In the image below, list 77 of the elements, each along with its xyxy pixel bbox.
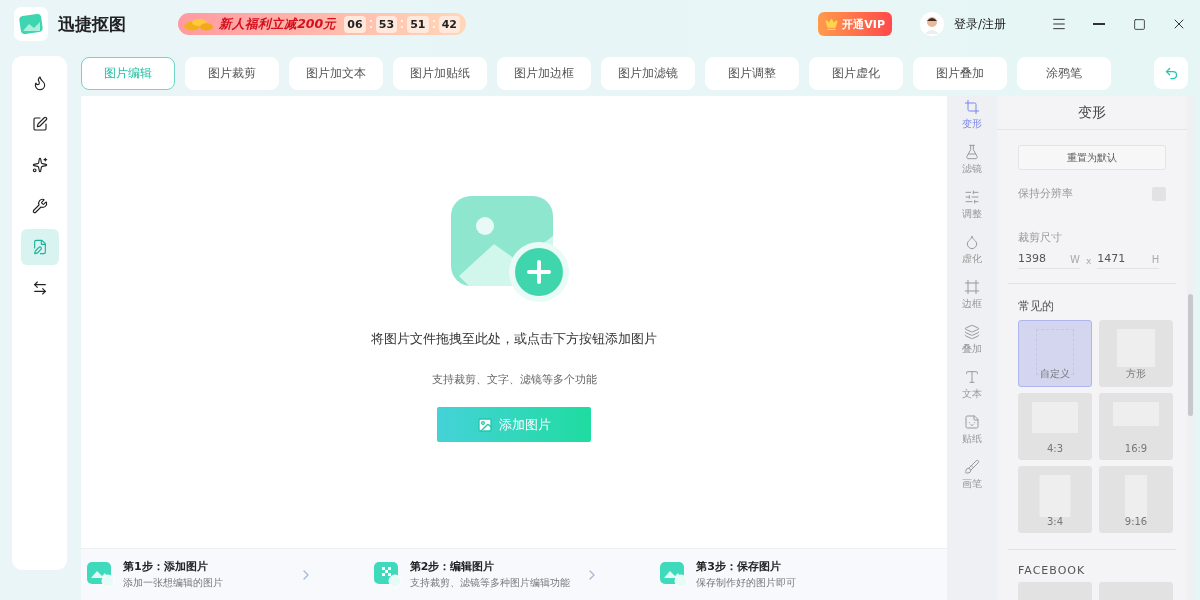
step-description: 添加一张想编辑的图片 <box>123 577 223 590</box>
tool-button[interactable]: 文本 <box>950 369 994 414</box>
step-description: 保存制作好的图片即可 <box>696 577 797 590</box>
sticker-icon <box>964 414 980 430</box>
tool-button[interactable]: 叠加 <box>950 324 994 369</box>
step-description: 支持裁剪、滤镜等多种图片编辑功能 <box>409 577 570 590</box>
promo-banner[interactable]: 新人福利立减200元 06 53 51 42 <box>178 13 466 35</box>
section-title: 常见的 <box>1018 298 1055 315</box>
tool-button[interactable]: 变形 <box>950 99 994 144</box>
login-link[interactable]: 登录/注册 <box>953 15 1006 33</box>
tab[interactable]: 图片加贴纸 <box>393 56 487 90</box>
instruction-text: 将图片文件拖拽至此处，或点击下方按钮添加图片 <box>371 330 657 348</box>
countdown-digits: 53 <box>375 15 398 33</box>
add-image-button[interactable]: 添加图片 <box>437 407 591 442</box>
crown-icon <box>825 17 839 31</box>
tool-button[interactable]: 虚化 <box>950 234 994 279</box>
image-icon <box>660 561 689 588</box>
app-logo <box>14 7 48 41</box>
tab[interactable]: 图片裁剪 <box>185 56 279 90</box>
undo-icon <box>1163 65 1179 81</box>
crop-icon <box>964 99 980 115</box>
tab[interactable]: 图片调整 <box>705 56 799 90</box>
maximize-icon <box>1132 17 1146 31</box>
tool-button[interactable]: 调整 <box>950 189 994 234</box>
frame-icon <box>964 279 980 295</box>
crop-size-label: 裁剪尺寸 <box>1018 231 1062 245</box>
promo-text: 新人福利立减200元 <box>219 15 337 33</box>
tool-button[interactable]: 画笔 <box>950 459 994 504</box>
drop-icon <box>964 234 980 250</box>
countdown-digits: 51 <box>407 15 429 33</box>
times-sign: x <box>1086 256 1092 268</box>
layer-icon <box>964 324 980 340</box>
step-title: 第1步：添加图片 <box>123 559 209 574</box>
adjust-icon <box>964 189 980 205</box>
hint-text: 支持裁剪、文字、滤镜等多个功能 <box>431 372 597 387</box>
text-icon <box>964 369 980 385</box>
preset-tile[interactable]: 自定义 <box>1018 320 1092 387</box>
tab[interactable]: 图片加滤镜 <box>601 56 695 90</box>
tool-button[interactable]: 边框 <box>950 279 994 324</box>
section-title: FACEBOOK <box>1018 564 1087 577</box>
step-title: 第2步：编辑图片 <box>409 559 496 574</box>
reset-button[interactable]: 重置为默认 <box>1018 145 1166 170</box>
pen-icon <box>31 239 48 255</box>
swap-icon <box>31 280 48 296</box>
mosaic-icon <box>373 561 402 588</box>
image-icon <box>477 416 493 433</box>
preset-tile[interactable]: 3:4 <box>1018 466 1092 533</box>
wrench-icon <box>31 198 48 214</box>
tab[interactable]: 图片编辑 <box>81 56 175 90</box>
tab[interactable]: 图片加文本 <box>289 56 383 90</box>
countdown-digits: 42 <box>438 15 460 33</box>
menu-icon <box>1051 16 1067 32</box>
minimize-icon <box>1093 23 1105 25</box>
preset-tile[interactable]: 9:16 <box>1099 466 1173 533</box>
height-field[interactable]: 1471 H <box>1097 252 1160 269</box>
vip-button[interactable]: 开通VIP <box>818 12 892 36</box>
step-title: 第3步：保存图片 <box>696 559 782 574</box>
countdown-digits: 06 <box>344 15 366 33</box>
tab[interactable]: 图片叠加 <box>913 56 1007 90</box>
preset-tile[interactable]: 16:9 <box>1099 393 1173 460</box>
tab[interactable]: 图片虚化 <box>809 56 903 90</box>
scrollbar[interactable] <box>1187 96 1194 600</box>
image-icon <box>87 561 115 588</box>
tab[interactable]: 图片加边框 <box>497 56 591 90</box>
sparkle-icon <box>31 157 48 173</box>
avatar[interactable] <box>919 12 944 36</box>
width-field[interactable]: 1398 W <box>1018 252 1080 269</box>
keep-resolution-label: 保持分辨率 <box>1018 187 1073 201</box>
brush-icon <box>964 459 980 475</box>
preset-tile[interactable]: 4:3 <box>1018 393 1092 460</box>
tool-button[interactable]: 滤镜 <box>950 144 994 189</box>
tab[interactable]: 涂鸦笔 <box>1017 56 1111 90</box>
preset-tile[interactable]: 方形 <box>1099 320 1173 387</box>
tool-button[interactable]: 贴纸 <box>950 414 994 459</box>
flask-icon <box>964 144 980 160</box>
edit-icon <box>31 116 48 132</box>
app-title: 迅捷抠图 <box>58 12 126 36</box>
